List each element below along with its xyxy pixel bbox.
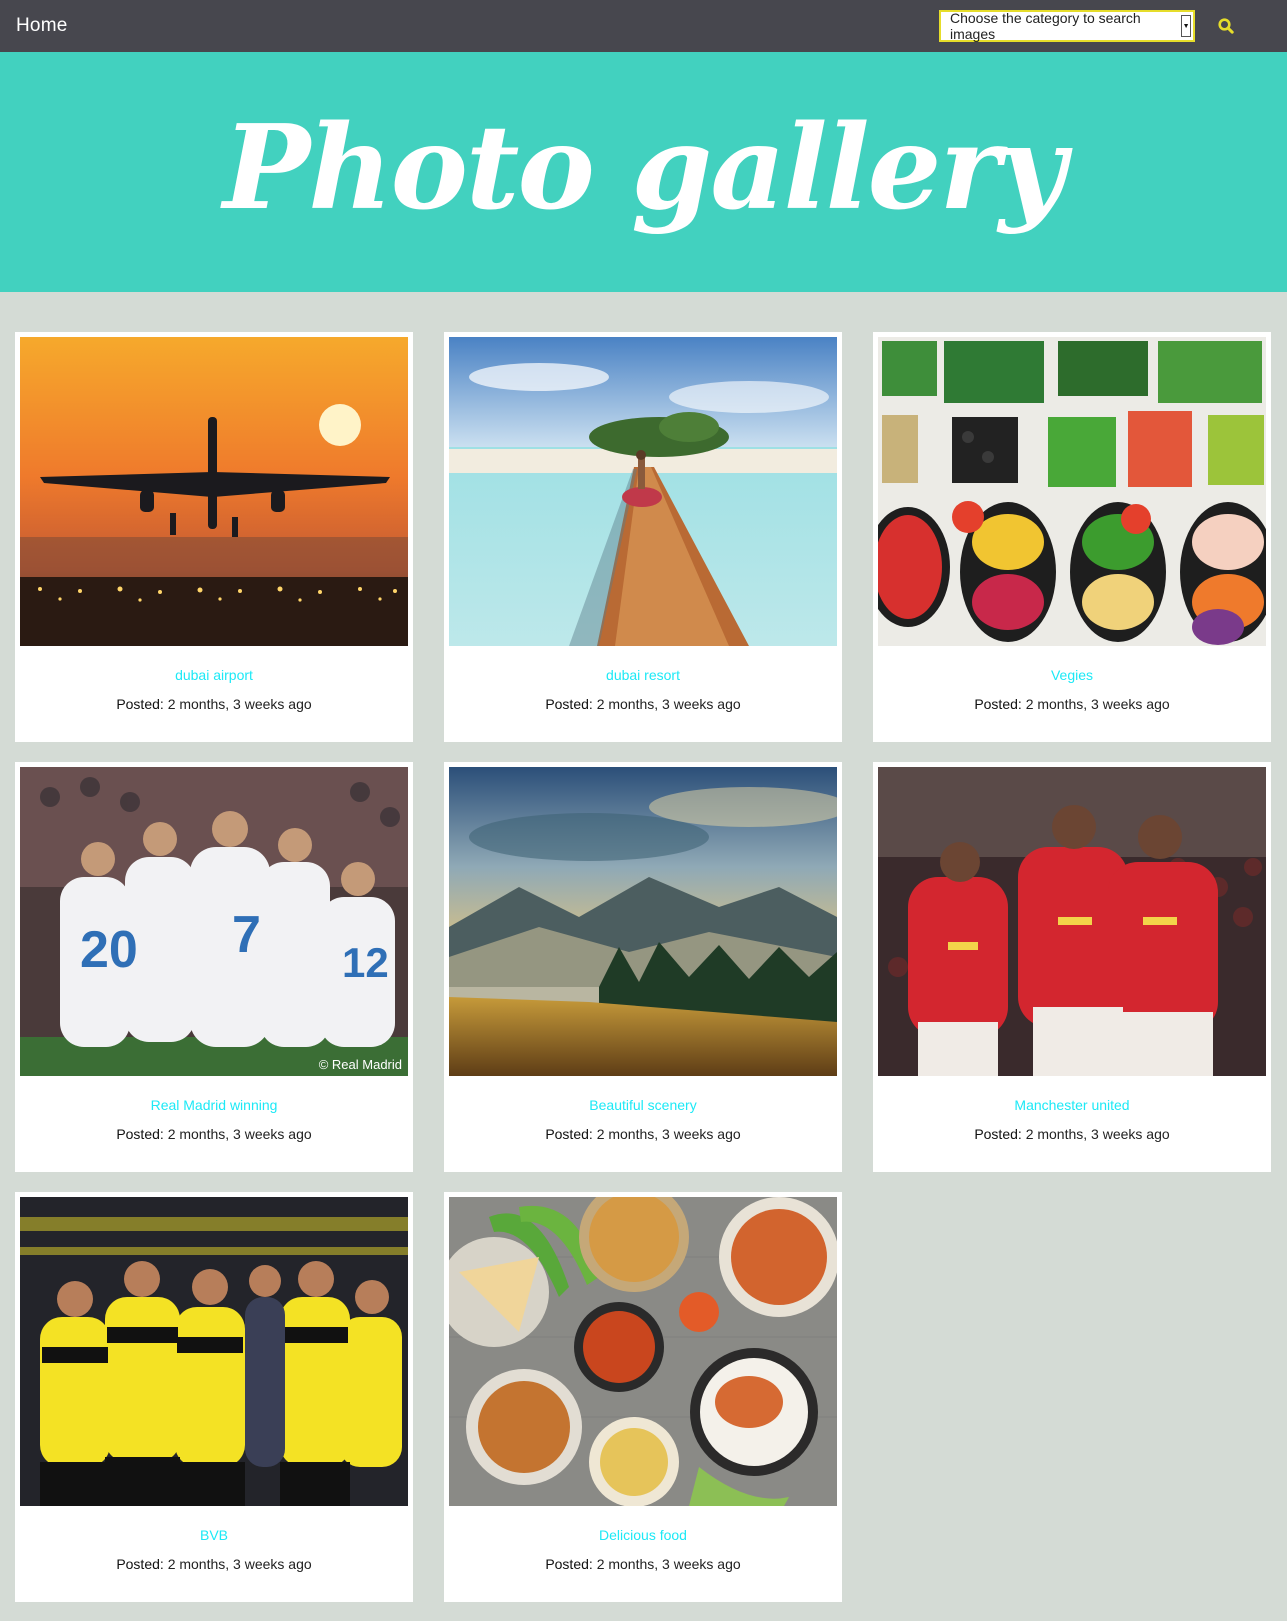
photo-caption: Beautiful scenery Posted: 2 months, 3 we…: [449, 1076, 837, 1142]
photo-caption: Delicious food Posted: 2 months, 3 weeks…: [449, 1506, 837, 1572]
posted-label: Posted:: [545, 1126, 593, 1142]
posted-info: Posted: 2 months, 3 weeks ago: [20, 1126, 408, 1142]
photo-caption: Manchester united Posted: 2 months, 3 we…: [878, 1076, 1266, 1142]
airplane-sunset-photo[interactable]: [20, 337, 408, 646]
photo-card: BVB Posted: 2 months, 3 weeks ago: [15, 1192, 413, 1602]
posted-label: Posted:: [116, 1556, 164, 1572]
home-link[interactable]: Home: [16, 15, 67, 37]
nav-search-group: Choose the category to search images ▼: [939, 10, 1235, 42]
posted-label: Posted:: [116, 696, 164, 712]
page-title: Photo gallery: [223, 100, 1066, 236]
category-select-label: Choose the category to search images: [950, 10, 1141, 42]
top-navbar: Home Choose the category to search image…: [0, 0, 1287, 52]
mountain-landscape-photo[interactable]: [449, 767, 837, 1076]
category-select[interactable]: Choose the category to search images ▼: [939, 10, 1195, 42]
photo-card: 20 7 12 © Real Madrid Real Madrid winnin…: [15, 762, 413, 1172]
posted-info: Posted: 2 months, 3 weeks ago: [449, 1126, 837, 1142]
watermark-text: © Real Madrid: [318, 1057, 402, 1072]
island-boardwalk-photo[interactable]: [449, 337, 837, 646]
bvb-team-photo[interactable]: [20, 1197, 408, 1506]
svg-text:20: 20: [80, 921, 138, 979]
posted-label: Posted:: [545, 1556, 593, 1572]
photo-title-link[interactable]: Delicious food: [599, 1527, 687, 1543]
posted-info: Posted: 2 months, 3 weeks ago: [878, 1126, 1266, 1142]
photo-title-link[interactable]: BVB: [200, 1527, 228, 1543]
posted-label: Posted:: [974, 1126, 1022, 1142]
posted-time: 2 months, 3 weeks ago: [596, 1126, 741, 1142]
photo-card: Beautiful scenery Posted: 2 months, 3 we…: [444, 762, 842, 1172]
photo-title-link[interactable]: dubai resort: [606, 667, 680, 683]
photo-card: Manchester united Posted: 2 months, 3 we…: [873, 762, 1271, 1172]
posted-time: 2 months, 3 weeks ago: [596, 1556, 741, 1572]
vegetable-platter-photo[interactable]: [878, 337, 1266, 646]
photo-card: dubai airport Posted: 2 months, 3 weeks …: [15, 332, 413, 742]
photo-title-link[interactable]: dubai airport: [175, 667, 253, 683]
photo-title-link[interactable]: Manchester united: [1014, 1097, 1129, 1113]
photo-card: dubai resort Posted: 2 months, 3 weeks a…: [444, 332, 842, 742]
photo-caption: dubai resort Posted: 2 months, 3 weeks a…: [449, 646, 837, 712]
photo-title-link[interactable]: Vegies: [1051, 667, 1093, 683]
photo-title-link[interactable]: Beautiful scenery: [589, 1097, 696, 1113]
dropdown-arrow-icon: ▼: [1181, 15, 1191, 37]
posted-label: Posted:: [545, 696, 593, 712]
posted-time: 2 months, 3 weeks ago: [167, 1556, 312, 1572]
posted-time: 2 months, 3 weeks ago: [596, 696, 741, 712]
hero-banner: Photo gallery: [0, 52, 1287, 292]
posted-info: Posted: 2 months, 3 weeks ago: [20, 1556, 408, 1572]
posted-info: Posted: 2 months, 3 weeks ago: [449, 1556, 837, 1572]
photo-caption: BVB Posted: 2 months, 3 weeks ago: [20, 1506, 408, 1572]
search-icon[interactable]: [1217, 17, 1235, 35]
food-spread-photo[interactable]: [449, 1197, 837, 1506]
photo-caption: Real Madrid winning Posted: 2 months, 3 …: [20, 1076, 408, 1142]
posted-label: Posted:: [974, 696, 1022, 712]
photo-caption: Vegies Posted: 2 months, 3 weeks ago: [878, 646, 1266, 712]
posted-time: 2 months, 3 weeks ago: [1025, 696, 1170, 712]
posted-info: Posted: 2 months, 3 weeks ago: [20, 696, 408, 712]
manchester-united-players-photo[interactable]: [878, 767, 1266, 1076]
posted-time: 2 months, 3 weeks ago: [1025, 1126, 1170, 1142]
posted-label: Posted:: [116, 1126, 164, 1142]
posted-info: Posted: 2 months, 3 weeks ago: [878, 696, 1266, 712]
posted-time: 2 months, 3 weeks ago: [167, 1126, 312, 1142]
photo-card: Delicious food Posted: 2 months, 3 weeks…: [444, 1192, 842, 1602]
svg-text:12: 12: [342, 939, 389, 986]
photo-title-link[interactable]: Real Madrid winning: [151, 1097, 278, 1113]
posted-info: Posted: 2 months, 3 weeks ago: [449, 696, 837, 712]
photo-grid: dubai airport Posted: 2 months, 3 weeks …: [0, 292, 1287, 1602]
svg-text:7: 7: [232, 906, 261, 964]
real-madrid-team-photo[interactable]: 20 7 12 © Real Madrid: [20, 767, 408, 1076]
photo-caption: dubai airport Posted: 2 months, 3 weeks …: [20, 646, 408, 712]
posted-time: 2 months, 3 weeks ago: [167, 696, 312, 712]
photo-card: Vegies Posted: 2 months, 3 weeks ago: [873, 332, 1271, 742]
